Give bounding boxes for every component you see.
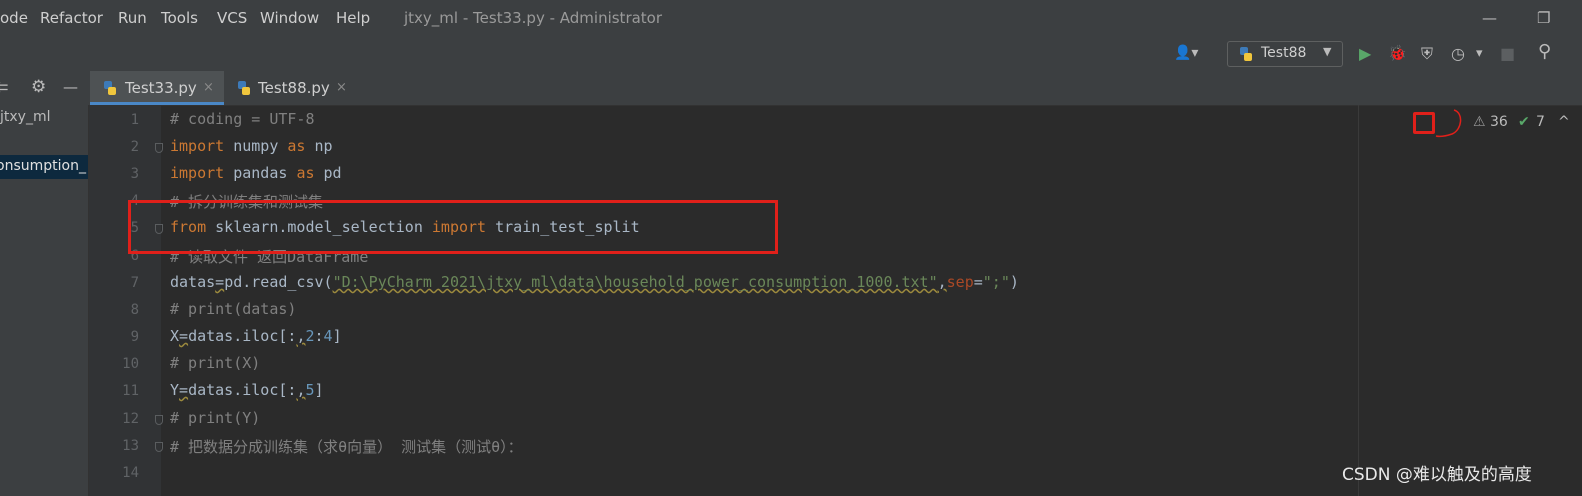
line-number: 3: [130, 166, 139, 182]
tab-test33[interactable]: Test33.py ×: [90, 71, 224, 105]
code-line-11: Y=datas.iloc[:,5]: [170, 381, 324, 399]
code-line-2: import numpy as np: [170, 137, 333, 155]
line-number: 12: [122, 411, 139, 427]
main-toolbar: [0, 37, 1582, 72]
warnings-count[interactable]: 36: [1490, 114, 1508, 130]
restore-button[interactable]: ❐: [1537, 9, 1550, 27]
line-number: 1: [130, 112, 139, 128]
project-root-item[interactable]: jtxy_ml: [0, 109, 50, 125]
menu-help[interactable]: Help: [336, 9, 370, 27]
profile-dropdown-icon[interactable]: ▾: [1476, 46, 1483, 61]
window-title: jtxy_ml - Test33.py - Administrator: [404, 9, 663, 27]
tab-test88[interactable]: Test88.py ×: [226, 71, 356, 105]
menu-refactor[interactable]: Refactor: [40, 9, 103, 27]
warning-icon[interactable]: ⚠: [1473, 114, 1486, 130]
stop-icon[interactable]: ■: [1500, 44, 1515, 63]
line-number: 11: [122, 383, 139, 399]
code-line-10: # print(X): [170, 354, 261, 372]
project-tool-strip: ⇇ ⚙ —: [0, 71, 90, 105]
code-line-13: # 把数据分成训练集（求θ向量） 测试集（测试θ）：: [170, 438, 523, 456]
line-number: 13: [122, 438, 139, 454]
line-number: 7: [130, 275, 139, 291]
annotation-scribble: [1435, 109, 1462, 138]
python-file-icon: [1240, 47, 1252, 61]
line-number: 9: [130, 329, 139, 345]
line-number: 8: [130, 302, 139, 318]
menu-code[interactable]: ode: [0, 9, 28, 27]
highlight-annotation-box: [128, 200, 778, 254]
selected-file-item[interactable]: onsumption_: [0, 155, 88, 179]
menu-tools[interactable]: Tools: [161, 9, 198, 27]
tab-label: Test33.py: [125, 79, 197, 97]
file-item-label: onsumption_: [0, 158, 86, 174]
gear-icon[interactable]: ⚙: [31, 77, 46, 97]
line-number: 2: [130, 139, 139, 155]
code-line-12: # print(Y): [170, 409, 261, 427]
highlight-annotation-small-box: [1413, 112, 1435, 134]
code-line-1: # coding = UTF-8: [170, 110, 315, 128]
coverage-icon[interactable]: ⛨: [1421, 44, 1433, 64]
check-icon[interactable]: ✔: [1518, 114, 1530, 130]
python-file-icon: [104, 81, 116, 95]
run-config-selector[interactable]: Test88 ▼: [1227, 41, 1343, 67]
chevron-down-icon: ▼: [1323, 45, 1332, 58]
search-icon[interactable]: ⚲: [1538, 41, 1551, 62]
menu-window[interactable]: Window: [260, 9, 319, 27]
profile-icon[interactable]: ◷: [1451, 44, 1465, 63]
watermark: CSDN @难以触及的高度: [1342, 465, 1532, 485]
code-line-9: X=datas.iloc[:,2:4]: [170, 327, 342, 345]
run-icon[interactable]: ▶: [1359, 44, 1371, 63]
run-config-label: Test88: [1261, 45, 1307, 61]
tab-label: Test88.py: [258, 79, 330, 97]
chevron-up-icon[interactable]: ^: [1558, 114, 1570, 130]
right-margin-guide: [1358, 105, 1359, 496]
menu-run[interactable]: Run: [118, 9, 147, 27]
user-icon[interactable]: 👤▾: [1174, 45, 1198, 61]
code-line-3: import pandas as pd: [170, 164, 342, 182]
code-line-7: datas=pd.read_csv("D:\PyCharm 2021\jtxy_…: [170, 273, 1019, 291]
close-icon[interactable]: ×: [203, 80, 214, 95]
code-line-8: # print(datas): [170, 300, 297, 318]
menu-vcs[interactable]: VCS: [217, 9, 247, 27]
python-file-icon: [238, 81, 250, 95]
close-icon[interactable]: ×: [336, 80, 347, 95]
collapse-icon[interactable]: ⇇: [0, 78, 9, 96]
line-number: 10: [122, 356, 139, 372]
hide-icon[interactable]: —: [63, 78, 78, 96]
minimize-button[interactable]: —: [1482, 9, 1497, 27]
weak-warnings-count[interactable]: 7: [1536, 114, 1545, 130]
line-number: 14: [122, 465, 139, 481]
debug-icon[interactable]: 🐞: [1388, 44, 1407, 62]
